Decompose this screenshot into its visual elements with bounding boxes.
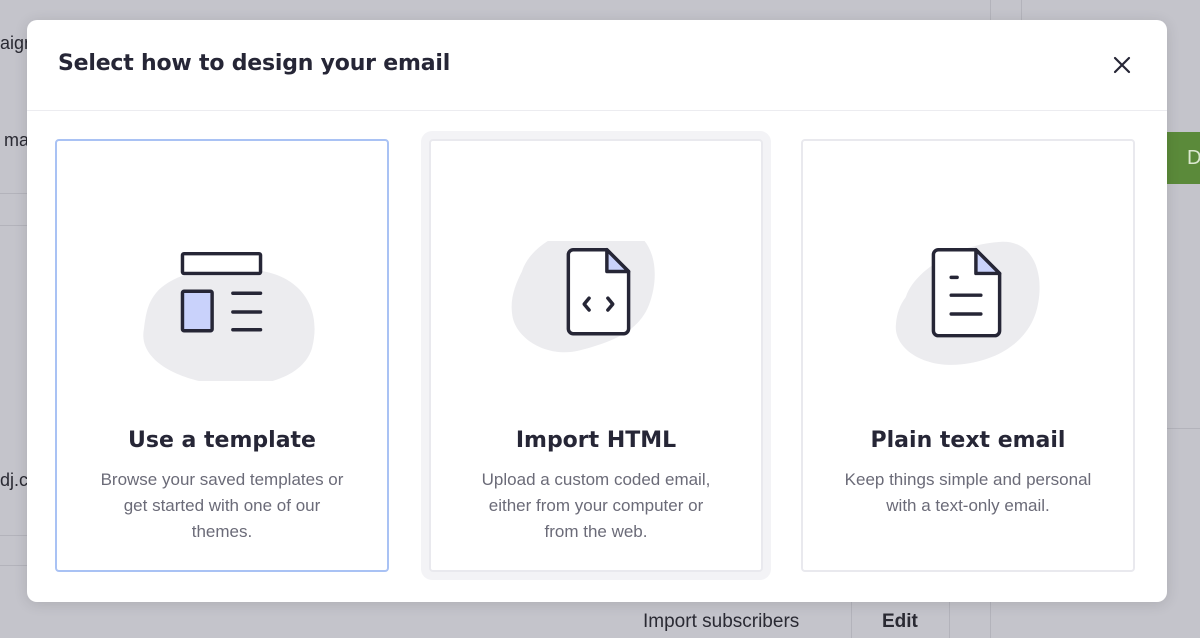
option-plain-text-email[interactable]: Plain text email Keep things simple and …: [801, 139, 1135, 572]
edit-button[interactable]: Edit: [882, 611, 918, 633]
bg-divider: [990, 0, 991, 20]
bg-text-email: dj.c: [0, 470, 29, 490]
option-title: Import HTML: [515, 428, 677, 453]
option-import-html[interactable]: Import HTML Upload a custom coded email,…: [429, 139, 763, 572]
bg-divider: [0, 193, 27, 194]
design-email-modal: Select how to design your email Use a te…: [27, 20, 1167, 602]
option-title: Use a template: [128, 428, 316, 453]
bg-green-button[interactable]: D: [1167, 132, 1200, 184]
text-document-icon: [895, 241, 1040, 365]
close-button[interactable]: [1107, 50, 1137, 80]
bg-divider: [0, 535, 27, 536]
template-layout-icon: [143, 251, 315, 381]
option-description: Keep things simple and personal with a t…: [844, 470, 1092, 515]
import-subscribers-link[interactable]: Import subscribers: [643, 611, 799, 633]
bg-divider: [949, 602, 950, 638]
option-title: Plain text email: [870, 428, 1066, 453]
modal-title: Select how to design your email: [58, 51, 451, 76]
code-file-icon: [511, 241, 655, 353]
modal-header: Select how to design your email: [27, 20, 1167, 111]
bg-divider: [1021, 0, 1022, 20]
bg-text-ma: ma: [4, 130, 30, 150]
option-use-template[interactable]: Use a template Browse your saved templat…: [55, 139, 389, 572]
bg-divider: [0, 565, 27, 566]
bg-divider: [990, 602, 991, 638]
option-description: Browse your saved templates or get start…: [100, 470, 344, 541]
bg-divider: [851, 602, 852, 638]
bg-divider: [0, 225, 27, 226]
bg-divider: [1167, 428, 1200, 429]
close-icon: [1113, 56, 1131, 74]
option-description: Upload a custom coded email, either from…: [481, 470, 711, 541]
